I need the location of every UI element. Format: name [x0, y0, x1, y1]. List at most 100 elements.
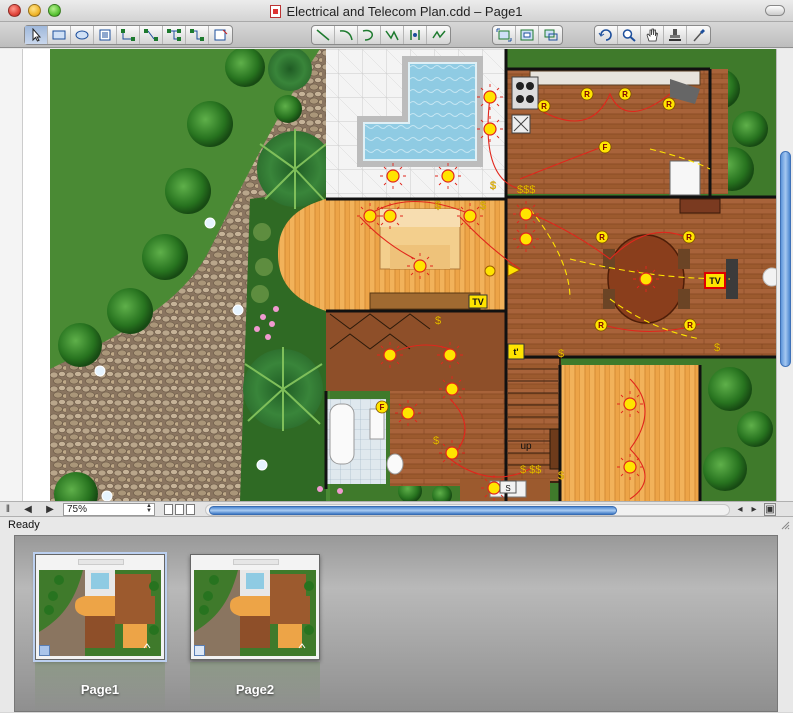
zoom-selection-tool-button[interactable]: [539, 26, 562, 44]
page-label: Page1: [80, 682, 120, 697]
fit-window-icon[interactable]: ▣: [764, 503, 776, 516]
curve-tool-button[interactable]: [358, 26, 381, 44]
pages-panel: Page1 Page2: [14, 535, 778, 712]
horizontal-scrollbar[interactable]: [205, 504, 730, 516]
hall-floor: [390, 391, 506, 486]
arc-icon: [339, 30, 353, 41]
page-preview-image: [194, 570, 316, 656]
insert-tool-button[interactable]: [209, 26, 232, 44]
eyedropper-tool-button[interactable]: [687, 26, 710, 44]
zoom-tool-button[interactable]: [618, 26, 641, 44]
polyline-tool-button[interactable]: [381, 26, 404, 44]
toolbar-group-drawing: [24, 25, 233, 45]
multi-page-view-button[interactable]: [186, 504, 195, 515]
drawing-canvas[interactable]: R R R R R R R R F F TV TV t' up S $$$ $ …: [50, 49, 776, 501]
smart-connector-tool-button[interactable]: [140, 26, 163, 44]
stamp-tool-button[interactable]: [664, 26, 687, 44]
page-preview-image: [39, 570, 161, 656]
rectangle-icon: [52, 30, 66, 40]
pointer-icon: [32, 28, 42, 42]
window-title-text: Electrical and Telecom Plan.cdd – Page1: [286, 4, 523, 19]
telephone-label: t': [513, 347, 518, 357]
svg-text:$: $: [490, 180, 496, 192]
page-thumbnail-frame: [33, 552, 167, 662]
line-tool-button[interactable]: [312, 26, 335, 44]
curve-icon: [362, 29, 373, 41]
ruler-margin: [22, 49, 50, 501]
window-title: Electrical and Telecom Plan.cdd – Page1: [0, 4, 793, 19]
tv-label: TV: [709, 276, 721, 286]
svg-text:F: F: [380, 403, 385, 412]
toolbar-group-view: [594, 25, 711, 45]
page-icon: [194, 645, 205, 656]
svg-text:R: R: [622, 90, 628, 99]
zoom-page-tool-button[interactable]: [516, 26, 539, 44]
svg-text:$$$: $$$: [517, 184, 535, 196]
floor-plan-drawing: R R R R R R R R F F TV TV t' up S $$$ $ …: [50, 49, 776, 501]
connector-tool-button[interactable]: [117, 26, 140, 44]
ellipse-tool-button[interactable]: [71, 26, 94, 44]
pointer-tool-button[interactable]: [25, 26, 48, 44]
pause-icon[interactable]: ‖: [3, 503, 13, 516]
bezier-icon: [410, 30, 420, 40]
tree-connector-icon: [167, 29, 181, 41]
bush-shape: [142, 234, 188, 280]
single-page-view-button[interactable]: [164, 504, 173, 515]
pan-tool-button[interactable]: [641, 26, 664, 44]
chain-tool-button[interactable]: [186, 26, 209, 44]
svg-text:R: R: [584, 90, 590, 99]
ellipse-icon: [75, 30, 89, 40]
svg-text:R: R: [599, 233, 605, 242]
scroll-left-arrow-icon[interactable]: ◂: [735, 503, 745, 516]
zoom-level-field[interactable]: 75%: [63, 503, 155, 516]
rotate-tool-button[interactable]: [595, 26, 618, 44]
closet-floor: [326, 311, 506, 391]
toolbar-group-zoom: [492, 25, 563, 45]
two-page-view-button[interactable]: [175, 504, 184, 515]
app-window: Electrical and Telecom Plan.cdd – Page1: [0, 0, 793, 712]
text-block-icon: [99, 29, 111, 41]
magnifier-icon: [622, 29, 636, 42]
bush-shape: [58, 323, 102, 367]
page-thumbnail-page2[interactable]: Page2: [170, 536, 320, 713]
svg-text:$: $: [558, 348, 564, 360]
vertical-scrollbar[interactable]: [776, 49, 793, 501]
bush-shape: [165, 168, 211, 214]
thumbnail-title-strip: [78, 559, 124, 565]
status-text: Ready: [8, 519, 40, 531]
scroll-right-arrow-icon[interactable]: ▸: [749, 503, 759, 516]
path-light: [232, 304, 244, 316]
page-thumbnail-page1[interactable]: Page1: [15, 536, 167, 713]
horizontal-scroll-thumb[interactable]: [209, 506, 617, 515]
stamp-icon: [669, 29, 681, 41]
arc-tool-button[interactable]: [335, 26, 358, 44]
text-tool-button[interactable]: [94, 26, 117, 44]
bezier-tool-button[interactable]: [404, 26, 427, 44]
vertical-ruler: [0, 49, 50, 501]
zoom-fit-tool-button[interactable]: [493, 26, 516, 44]
tree-connector-tool-button[interactable]: [163, 26, 186, 44]
path-light: [256, 459, 268, 471]
bush-shape: [187, 101, 233, 147]
svg-text:$: $: [435, 200, 441, 212]
zoom-page-icon: [520, 29, 534, 41]
svg-text:R: R: [687, 321, 693, 330]
toolbar-group-lines: [311, 25, 451, 45]
rectangle-tool-button[interactable]: [48, 26, 71, 44]
resize-grip-icon[interactable]: [780, 520, 790, 530]
toolbar-toggle-button[interactable]: [765, 5, 785, 16]
scroll-left-icon[interactable]: ◀: [22, 503, 34, 516]
tv-label: TV: [472, 297, 484, 307]
zoom-selection-icon: [544, 29, 557, 41]
connector-icon: [121, 29, 135, 41]
freehand-tool-button[interactable]: [427, 26, 450, 44]
svg-text:R: R: [686, 233, 692, 242]
svg-text:$: $: [435, 315, 441, 327]
line-icon: [316, 29, 330, 41]
svg-text:$: $: [433, 435, 439, 447]
vertical-scroll-thumb[interactable]: [780, 151, 791, 367]
scroll-right-icon[interactable]: ▶: [44, 503, 56, 516]
zoom-stepper[interactable]: ▲ ▼: [146, 503, 152, 514]
toolbar: ⊖: [0, 22, 793, 63]
smart-connector-icon: [144, 29, 158, 41]
